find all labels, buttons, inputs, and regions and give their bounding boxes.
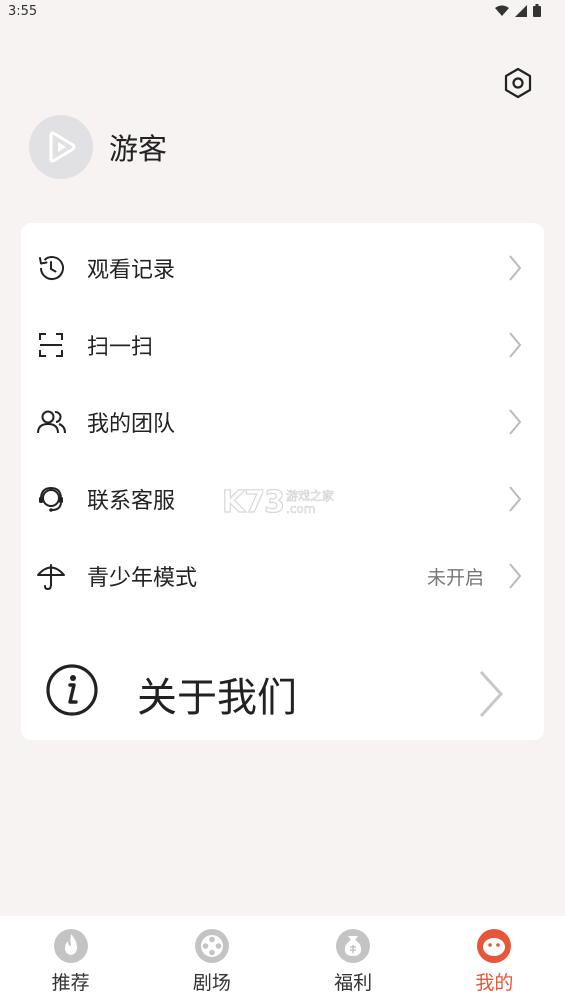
teen-mode-status: 未开启 <box>426 566 484 589</box>
battery-icon <box>533 4 541 17</box>
menu-item-label: 青少年模式 <box>87 566 198 591</box>
info-icon <box>46 664 98 716</box>
face-icon <box>477 929 512 963</box>
chevron-right-icon <box>506 330 524 360</box>
headset-icon <box>35 483 67 515</box>
team-icon <box>35 406 67 438</box>
about-label: 关于我们 <box>137 675 297 721</box>
watermark-line2: .com <box>286 501 316 516</box>
profile-header[interactable]: 游客 <box>29 115 167 179</box>
umbrella-icon <box>35 560 67 592</box>
avatar[interactable] <box>29 115 93 179</box>
menu-item-label: 扫一扫 <box>87 335 154 360</box>
menu-item-teen-mode[interactable]: 青少年模式 未开启 <box>21 538 544 614</box>
watermark: K73 游戏之家 .com <box>221 484 335 520</box>
menu-item-about[interactable]: 关于我们 <box>21 633 544 743</box>
tab-label: 福利 <box>334 972 373 994</box>
settings-button[interactable] <box>500 65 536 101</box>
status-bar: 3:55 <box>0 0 565 24</box>
tab-theater[interactable]: 剧场 <box>141 916 282 1004</box>
flame-icon <box>53 929 88 963</box>
menu-item-label: 观看记录 <box>87 258 176 283</box>
tab-welfare[interactable]: 福利 <box>283 916 424 1004</box>
chevron-right-icon <box>506 253 524 283</box>
chevron-right-icon <box>506 484 524 514</box>
tab-mine[interactable]: 我的 <box>424 916 565 1004</box>
menu-card: 观看记录 扫一扫 我的团队 联系客服 青少年模式 未开启 关于我们 <box>21 223 544 740</box>
wifi-icon <box>495 5 509 16</box>
chevron-right-icon <box>506 407 524 437</box>
chevron-right-icon <box>479 670 504 718</box>
status-time: 3:55 <box>8 4 38 19</box>
scan-icon <box>35 329 67 361</box>
menu-item-label: 联系客服 <box>87 489 176 514</box>
username: 游客 <box>109 132 168 166</box>
watermark-brand: K73 <box>221 484 285 520</box>
watermark-line1: 游戏之家 <box>286 488 335 503</box>
menu-item-scan[interactable]: 扫一扫 <box>21 307 544 383</box>
tab-recommend[interactable]: 推荐 <box>0 916 141 1004</box>
status-icons <box>495 4 541 17</box>
menu-item-label: 我的团队 <box>87 412 176 437</box>
menu-item-team[interactable]: 我的团队 <box>21 384 544 460</box>
film-reel-icon <box>194 929 229 963</box>
menu-item-history[interactable]: 观看记录 <box>21 230 544 306</box>
tab-label: 我的 <box>475 972 514 994</box>
watermark-domain: 游戏之家 .com <box>286 488 335 516</box>
chevron-right-icon <box>506 561 524 591</box>
history-icon <box>35 252 67 284</box>
bottom-tab-bar: 推荐 剧场 福利 我的 <box>0 916 565 1004</box>
tab-label: 推荐 <box>51 972 90 994</box>
tab-label: 剧场 <box>192 972 231 994</box>
money-bag-icon <box>336 929 371 963</box>
signal-icon <box>515 4 527 17</box>
settings-icon <box>504 67 532 99</box>
play-logo-icon <box>49 131 76 163</box>
